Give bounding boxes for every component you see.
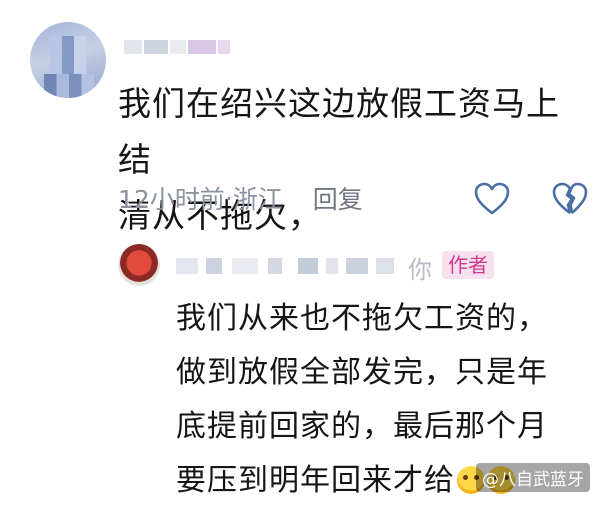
- blur-block: [326, 258, 338, 274]
- meta-separator: ·: [224, 183, 233, 213]
- blur-block: [298, 258, 318, 274]
- avatar-mosaic: [44, 74, 94, 98]
- blur-block: [376, 258, 394, 274]
- blur-block: [170, 40, 186, 54]
- comment-location: 浙江: [232, 185, 283, 214]
- blur-block: [144, 40, 168, 54]
- comment-body: 我们在绍兴这边放假工资马上结 清从不拖欠，: [118, 76, 588, 244]
- blur-block: [206, 258, 222, 274]
- blur-block: [346, 258, 368, 274]
- watermark: @八自武蓝牙: [476, 463, 590, 492]
- comment-line: 我们在绍兴这边放假工资马上结: [118, 84, 560, 179]
- author-username-blurred[interactable]: [176, 252, 436, 280]
- broken-heart-icon[interactable]: [552, 182, 588, 216]
- blur-block: [218, 40, 230, 54]
- commenter-username-blurred[interactable]: [124, 36, 234, 58]
- blur-block: [176, 258, 198, 274]
- blur-block: [124, 40, 142, 54]
- reply-line: 要压到明年回来才给: [176, 463, 455, 498]
- heart-outline-icon[interactable]: [474, 182, 510, 216]
- reply-button[interactable]: 回复: [313, 180, 363, 216]
- blur-block: [268, 258, 282, 274]
- author-avatar[interactable]: [118, 244, 160, 286]
- author-badge: 作者: [442, 251, 494, 279]
- comment-time: 12小时前: [118, 185, 225, 214]
- commenter-avatar[interactable]: [30, 22, 106, 98]
- blur-block: [232, 258, 258, 274]
- reply-line: 我们从来也不拖欠工资的，: [176, 301, 548, 336]
- comment-meta: 12小时前 · 浙江 回复: [118, 180, 363, 216]
- blur-block: [188, 40, 216, 54]
- reply-line: 底提前回家的，最后那个月: [176, 409, 548, 444]
- author-name-tail: 你: [408, 256, 432, 284]
- reply-line: 做到放假全部发完，只是年: [176, 355, 548, 390]
